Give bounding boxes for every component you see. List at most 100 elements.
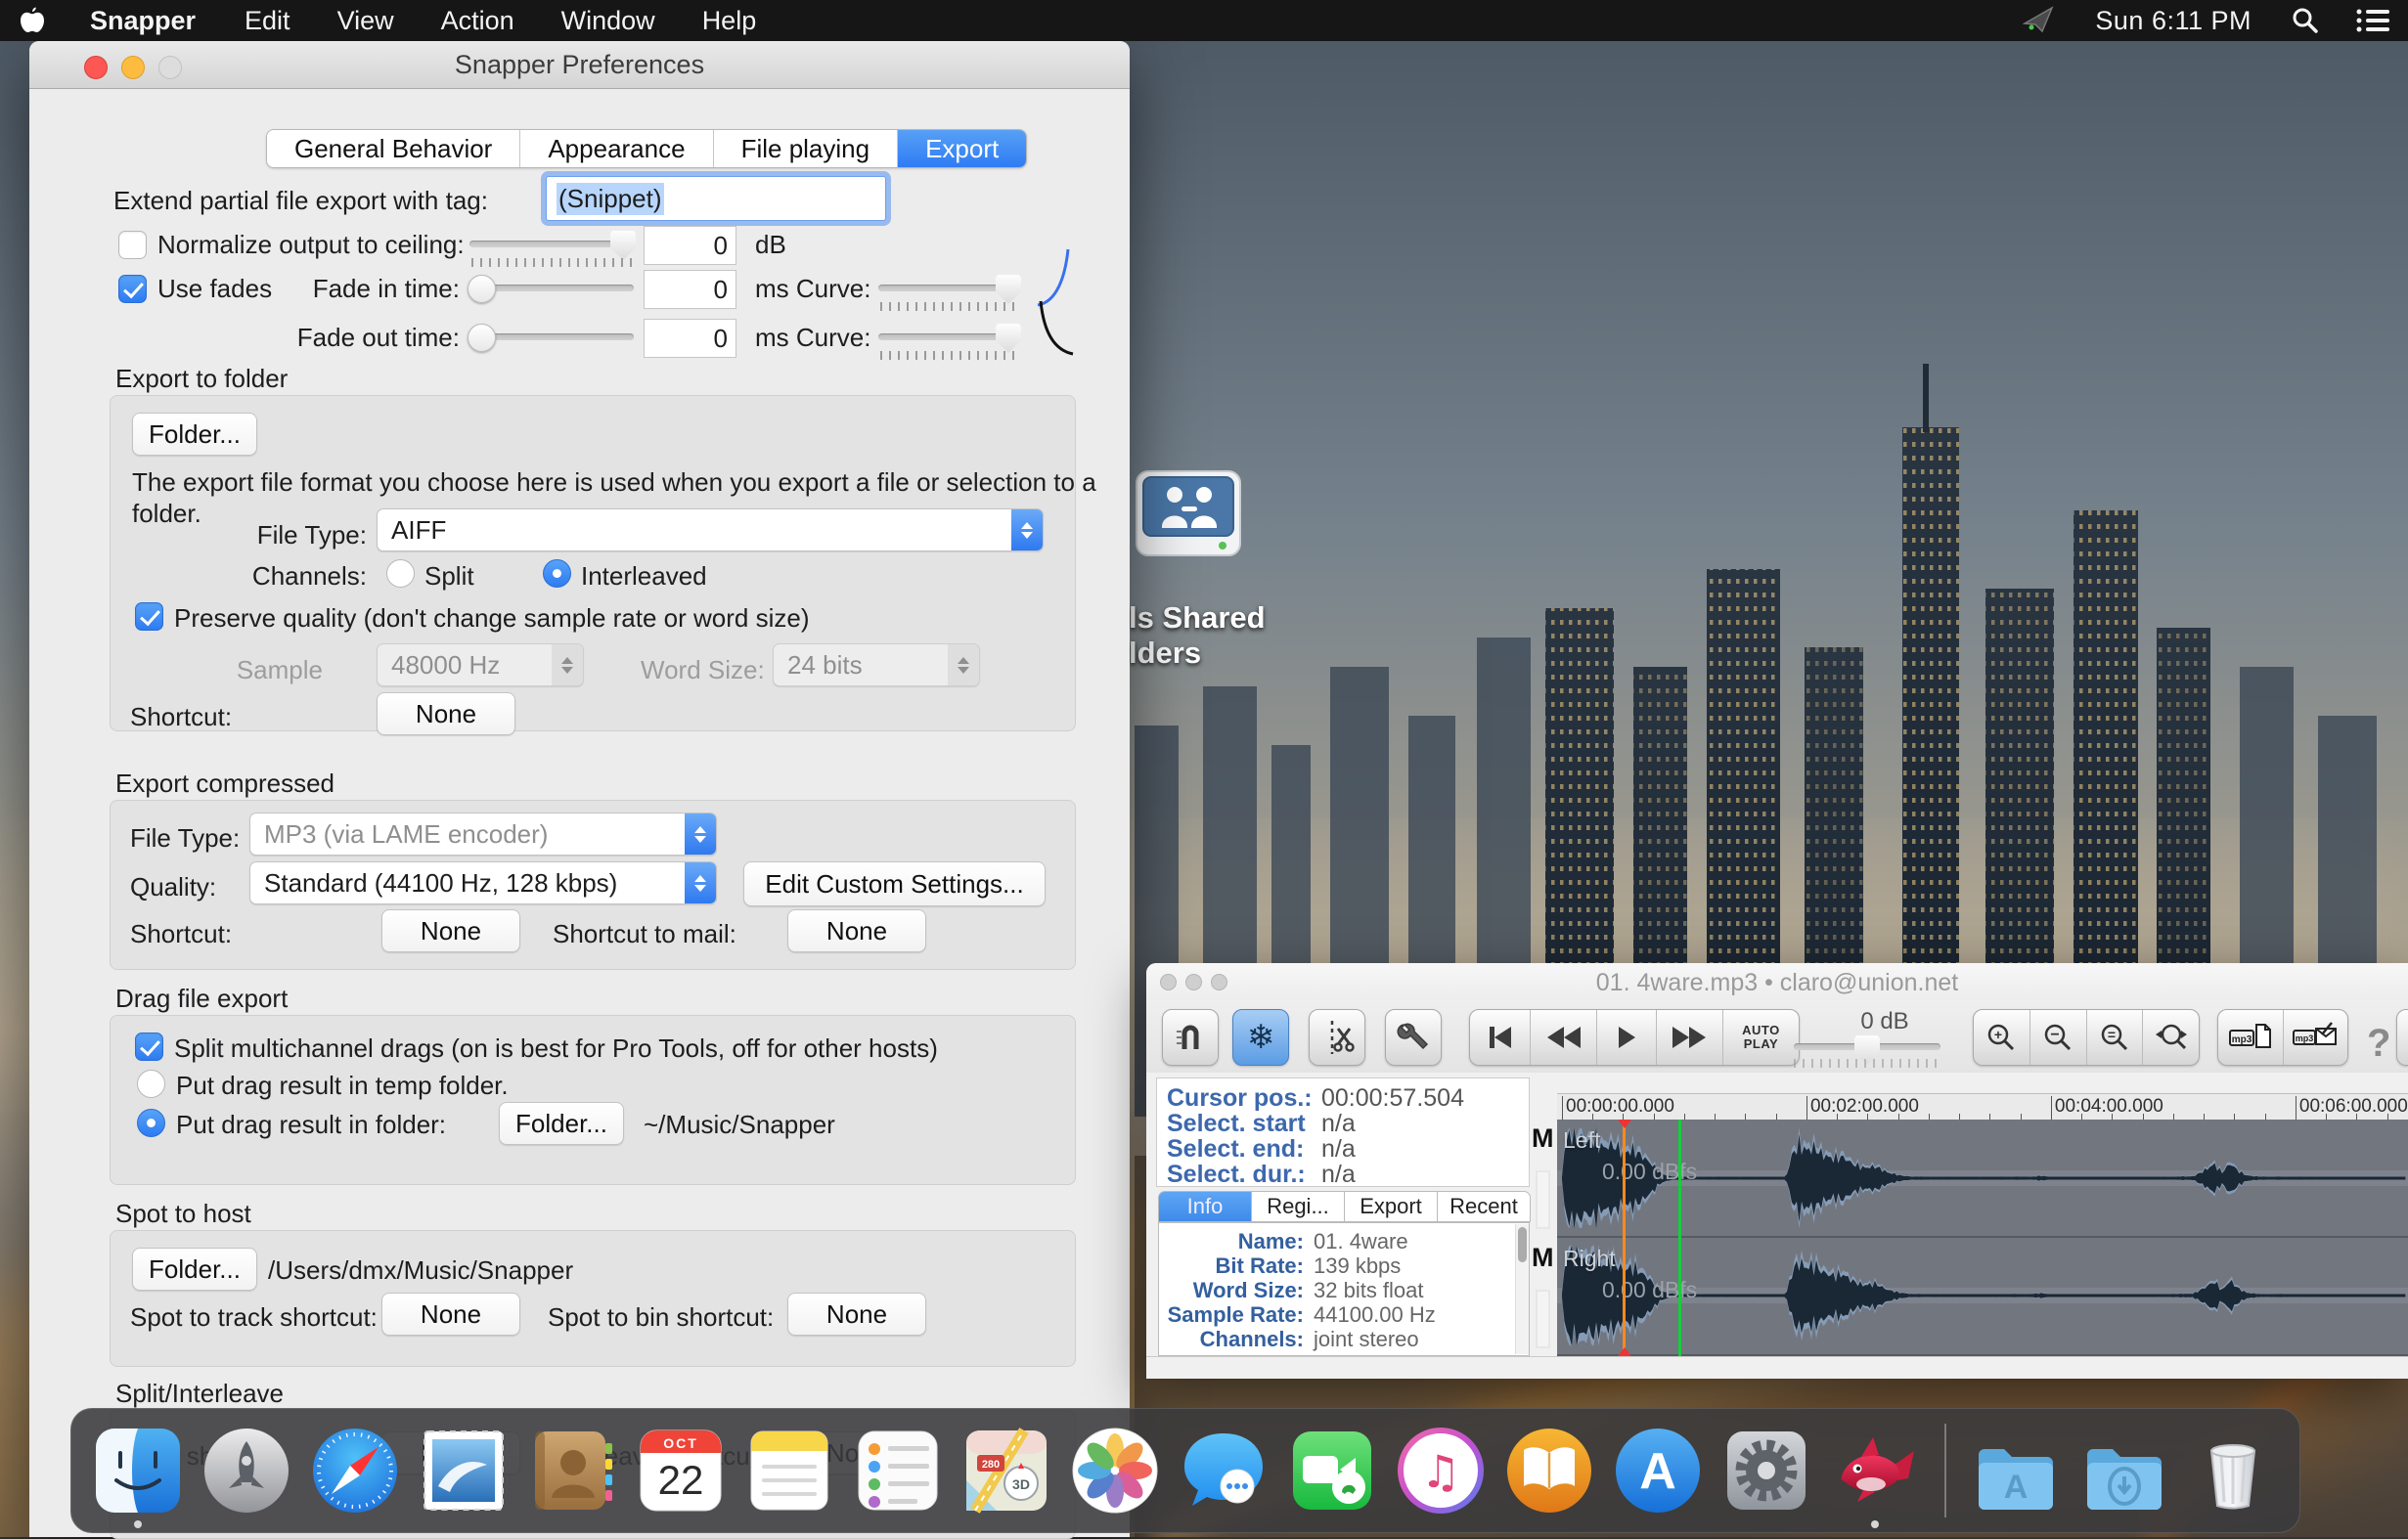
zoom-selection-button[interactable] xyxy=(2143,1010,2199,1065)
dock-icon-calendar[interactable]: OCT22 xyxy=(636,1426,726,1516)
dock-icon-mail[interactable] xyxy=(419,1426,509,1516)
menu-window[interactable]: Window xyxy=(538,6,679,36)
channels-interleaved-radio[interactable] xyxy=(543,559,571,588)
playhead-marker[interactable] xyxy=(1623,1120,1626,1356)
prefs-title-bar[interactable]: Snapper Preferences xyxy=(29,41,1130,89)
spot-track-button[interactable]: None xyxy=(381,1293,520,1336)
help-button[interactable]: ? xyxy=(2367,1022,2390,1066)
tab-regions[interactable]: Regi... xyxy=(1251,1191,1344,1222)
fade-out-value-field[interactable]: 0 xyxy=(644,319,736,358)
spotlight-icon[interactable] xyxy=(2273,0,2338,41)
tab-file-playing[interactable]: File playing xyxy=(714,130,899,167)
dock-icon-downloads-folder[interactable] xyxy=(2079,1426,2169,1516)
dock-icon-photos[interactable] xyxy=(1070,1426,1160,1516)
info-scrollbar-thumb[interactable] xyxy=(1518,1227,1527,1262)
use-fades-checkbox[interactable] xyxy=(118,275,147,303)
magnet-button[interactable] xyxy=(1162,1009,1219,1066)
folder-shortcut-button[interactable]: None xyxy=(377,692,515,735)
fade-in-curve-thumb[interactable] xyxy=(996,275,1021,304)
zoom-out-button[interactable]: − xyxy=(2030,1010,2087,1065)
edit-custom-settings-button[interactable]: Edit Custom Settings... xyxy=(743,861,1046,906)
menu-edit[interactable]: Edit xyxy=(221,6,314,36)
shortcut-to-mail-button[interactable]: None xyxy=(787,909,926,952)
menu-clock[interactable]: Sun 6:11 PM xyxy=(2074,6,2273,36)
tab-recent[interactable]: Recent xyxy=(1437,1191,1531,1222)
dock-icon-facetime[interactable] xyxy=(1287,1426,1377,1516)
tab-appearance[interactable]: Appearance xyxy=(520,130,713,167)
fade-in-slider-thumb[interactable] xyxy=(468,275,496,303)
status-app-icon[interactable] xyxy=(2005,0,2074,41)
dock-icon-app-store[interactable]: A xyxy=(1613,1426,1703,1516)
dock-icon-system-preferences[interactable] xyxy=(1721,1426,1811,1516)
fade-out-curve-thumb[interactable] xyxy=(996,324,1021,353)
quality-popup[interactable]: Standard (44100 Hz, 128 kbps) xyxy=(249,861,717,904)
spot-folder-button[interactable]: Folder... xyxy=(132,1248,257,1291)
split-cut-button[interactable] xyxy=(1309,1009,1365,1066)
fast-forward-button[interactable] xyxy=(1657,1010,1723,1065)
dock-icon-safari[interactable] xyxy=(310,1426,400,1516)
compressed-file-type-popup[interactable]: MP3 (via LAME encoder) xyxy=(249,813,717,856)
menu-app-name[interactable]: Snapper xyxy=(65,6,221,36)
drag-folder-button[interactable]: Folder... xyxy=(499,1102,624,1145)
rewind-button[interactable] xyxy=(1531,1010,1597,1065)
export-mp3-button[interactable]: mp3 xyxy=(2218,1010,2284,1065)
dock-icon-messages[interactable] xyxy=(1179,1426,1269,1516)
channels-split-radio[interactable] xyxy=(386,559,415,588)
split-multichannel-checkbox[interactable] xyxy=(135,1033,163,1061)
dock-icon-reminders[interactable] xyxy=(853,1426,943,1516)
menu-help[interactable]: Help xyxy=(679,6,780,36)
preserve-quality-checkbox[interactable] xyxy=(135,602,163,631)
info-scrollbar[interactable] xyxy=(1515,1224,1530,1354)
clipped-toolbar-button[interactable] xyxy=(2396,1009,2408,1066)
left-channel-fader[interactable] xyxy=(1536,1170,1550,1229)
left-mute-button[interactable]: M xyxy=(1532,1123,1557,1154)
compressed-shortcut-button[interactable]: None xyxy=(381,909,520,952)
tab-general-behavior[interactable]: General Behavior xyxy=(267,130,520,167)
drag-folder-radio[interactable] xyxy=(137,1109,165,1137)
skip-start-button[interactable] xyxy=(1470,1010,1531,1065)
dock-icon-contacts[interactable] xyxy=(527,1426,617,1516)
tab-export[interactable]: Export xyxy=(898,130,1026,167)
shared-folders-label-line2[interactable]: lders xyxy=(1129,636,1201,671)
menu-action[interactable]: Action xyxy=(418,6,538,36)
normalize-checkbox[interactable] xyxy=(118,231,147,259)
dock-icon-itunes[interactable]: ♫ xyxy=(1396,1426,1486,1516)
mail-mp3-button[interactable]: mp3 xyxy=(2284,1010,2348,1065)
waveform-display[interactable]: Left 0.00 dBfs Right 0.00 dBfs xyxy=(1557,1120,2408,1356)
freeze-button[interactable]: ❄ xyxy=(1232,1009,1289,1066)
notification-center-icon[interactable] xyxy=(2338,0,2408,41)
fade-out-slider-thumb[interactable] xyxy=(468,324,496,352)
timeline-ruler[interactable]: 00:00:00.00000:02:00.00000:04:00.00000:0… xyxy=(1557,1093,2408,1121)
dock-icon-snapper[interactable] xyxy=(1830,1426,1920,1516)
shared-folders-label-line1[interactable]: ls Shared xyxy=(1129,600,1266,636)
tools-button[interactable] xyxy=(1385,1009,1442,1066)
normalize-value-field[interactable]: 0 xyxy=(644,226,736,265)
dock-icon-finder[interactable] xyxy=(93,1426,183,1516)
temp-folder-radio[interactable] xyxy=(137,1070,165,1098)
dock-icon-notes[interactable] xyxy=(744,1426,834,1516)
dock-icon-launchpad[interactable] xyxy=(201,1426,291,1516)
shared-folders-desktop-icon[interactable] xyxy=(1133,469,1248,584)
right-mute-button[interactable]: M xyxy=(1532,1243,1557,1273)
audio-title-bar[interactable]: 01. 4ware.mp3 • claro@union.net xyxy=(1146,963,2408,1001)
normalize-slider-thumb[interactable] xyxy=(610,231,636,260)
normalize-slider[interactable] xyxy=(469,241,634,247)
tab-info[interactable]: Info xyxy=(1158,1191,1251,1222)
dock-icon-trash[interactable] xyxy=(2188,1426,2278,1516)
tab-export[interactable]: Export xyxy=(1344,1191,1437,1222)
apple-logo-icon[interactable] xyxy=(0,0,65,41)
dock-icon-ibooks[interactable] xyxy=(1504,1426,1594,1516)
zoom-fit-button[interactable]: = xyxy=(2087,1010,2144,1065)
export-folder-button[interactable]: Folder... xyxy=(132,413,257,456)
tag-input[interactable]: (Snippet) xyxy=(546,176,886,221)
fade-in-value-field[interactable]: 0 xyxy=(644,270,736,309)
auto-play-button[interactable]: AUTOPLAY xyxy=(1723,1010,1799,1065)
play-button[interactable] xyxy=(1597,1010,1656,1065)
zoom-in-button[interactable]: + xyxy=(1974,1010,2030,1065)
right-channel-fader[interactable] xyxy=(1536,1290,1550,1348)
spot-bin-button[interactable]: None xyxy=(787,1293,926,1336)
dock-icon-applications-folder[interactable]: A xyxy=(1971,1426,2061,1516)
dock-icon-maps[interactable]: 2803D xyxy=(961,1426,1051,1516)
menu-view[interactable]: View xyxy=(314,6,418,36)
cursor-position-line[interactable] xyxy=(1678,1120,1681,1356)
